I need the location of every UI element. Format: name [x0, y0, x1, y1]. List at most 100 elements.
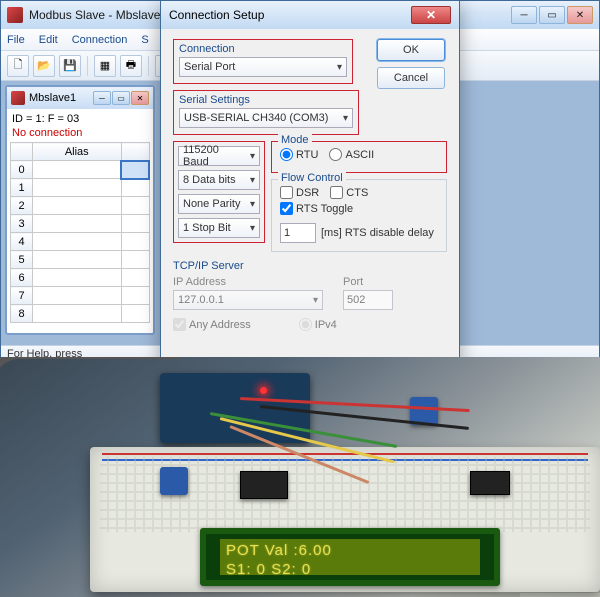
potentiometer [160, 467, 188, 495]
dialog-close-button[interactable]: ✕ [411, 6, 451, 24]
grid-row-5[interactable]: 5 [11, 251, 33, 269]
port-label: Port [343, 276, 393, 288]
close-button[interactable]: ✕ [567, 6, 593, 24]
ip-address-label: IP Address [173, 276, 323, 288]
tool-save-icon[interactable]: 💾 [59, 55, 81, 77]
serial-settings-group: Serial Settings USB-SERIAL CH340 (COM3) [173, 90, 359, 135]
dialog-titlebar[interactable]: Connection Setup ✕ [161, 1, 459, 29]
rts-toggle-checkbox[interactable]: RTS Toggle [280, 202, 353, 215]
any-address-checkbox: Any Address [173, 318, 251, 331]
parity-combo[interactable]: None Parity [178, 194, 260, 214]
mode-ascii-radio[interactable]: ASCII [329, 148, 374, 161]
grid-row-1[interactable]: 1 [11, 179, 33, 197]
grid-row-7[interactable]: 7 [11, 287, 33, 305]
ipv4-radio: IPv4 [299, 318, 337, 331]
grid-cell[interactable] [33, 179, 122, 197]
grid-col-alias[interactable]: Alias [33, 143, 122, 161]
app-icon [7, 7, 23, 23]
child-minimize-button[interactable]: ─ [93, 91, 111, 105]
grid-cell[interactable] [121, 269, 149, 287]
stopbit-combo[interactable]: 1 Stop Bit [178, 218, 260, 238]
menu-connection[interactable]: Connection [72, 34, 128, 46]
child-title-text: Mbslave1 [29, 92, 76, 104]
mode-rtu-radio[interactable]: RTU [280, 148, 318, 161]
grid-corner[interactable] [11, 143, 33, 161]
mode-fieldset: Mode RTU ASCII [271, 141, 447, 173]
menu-edit[interactable]: Edit [39, 34, 58, 46]
minimize-button[interactable]: ─ [511, 6, 537, 24]
lcd-line1: POT Val :6.00 [226, 542, 474, 561]
dialog-title: Connection Setup [169, 8, 411, 22]
connection-combo[interactable]: Serial Port [179, 57, 347, 77]
connection-label: Connection [179, 43, 347, 55]
cancel-button[interactable]: Cancel [377, 67, 445, 89]
menu-file[interactable]: File [7, 34, 25, 46]
lcd-display: POT Val :6.00 S1: 0 S2: 0 [200, 528, 500, 586]
power-led [260, 387, 267, 394]
grid-cell[interactable] [121, 251, 149, 269]
grid-row-6[interactable]: 6 [11, 269, 33, 287]
grid-cell[interactable] [33, 305, 122, 323]
child-titlebar[interactable]: Mbslave1 ─ ▭ ✕ [7, 87, 153, 109]
serial-params-group: 115200 Baud 8 Data bits None Parity 1 St… [173, 141, 265, 243]
grid-cell[interactable] [33, 251, 122, 269]
child-close-button[interactable]: ✕ [131, 91, 149, 105]
rts-delay-input[interactable]: 1 [280, 223, 316, 243]
cts-checkbox[interactable]: CTS [330, 186, 368, 199]
grid-cell[interactable] [33, 269, 122, 287]
grid-cell[interactable] [121, 197, 149, 215]
baud-combo[interactable]: 115200 Baud [178, 146, 260, 166]
tool-print-icon[interactable]: 🖶 [120, 55, 142, 77]
tcp-ip-section: TCP/IP Server IP Address 127.0.0.1 Port … [173, 260, 447, 331]
rts-delay-label: [ms] RTS disable delay [321, 227, 434, 239]
grid-row-4[interactable]: 4 [11, 233, 33, 251]
connection-setup-dialog: Connection Setup ✕ OK Cancel Connection … [160, 0, 460, 363]
connection-group: Connection Serial Port [173, 39, 353, 84]
menu-s[interactable]: S [141, 34, 148, 46]
port-input: 502 [343, 290, 393, 310]
flow-control-fieldset: Flow Control DSR CTS RTS Toggle 1 [ms] R… [271, 179, 447, 252]
child-maximize-button[interactable]: ▭ [112, 91, 130, 105]
grid-cell[interactable] [121, 287, 149, 305]
serial-settings-label: Serial Settings [179, 94, 353, 106]
id-status-line: ID = 1: F = 03 [10, 112, 150, 126]
grid-row-8[interactable]: 8 [11, 305, 33, 323]
flow-legend: Flow Control [278, 172, 346, 184]
grid-cell[interactable] [33, 215, 122, 233]
lcd-screen: POT Val :6.00 S1: 0 S2: 0 [220, 539, 480, 575]
grid-cell-selected[interactable] [121, 161, 149, 179]
grid-cell[interactable] [33, 287, 122, 305]
dsr-checkbox[interactable]: DSR [280, 186, 319, 199]
grid-col-empty[interactable] [121, 143, 149, 161]
ic-chip [240, 471, 288, 499]
grid-row-0[interactable]: 0 [11, 161, 33, 179]
hardware-photo: POT Val :6.00 S1: 0 S2: 0 [0, 357, 600, 597]
lcd-line2: S1: 0 S2: 0 [226, 561, 474, 580]
grid-row-3[interactable]: 3 [11, 215, 33, 233]
child-window-mbslave1: Mbslave1 ─ ▭ ✕ ID = 1: F = 03 No connect… [5, 85, 155, 335]
ic-chip [470, 471, 510, 495]
tool-new-icon[interactable]: 🗋 [7, 55, 29, 77]
grid-cell[interactable] [33, 233, 122, 251]
usb-cable [0, 357, 180, 437]
mode-legend: Mode [278, 134, 312, 146]
grid-cell[interactable] [33, 161, 122, 179]
connection-status: No connection [10, 126, 150, 140]
grid-cell[interactable] [121, 179, 149, 197]
maximize-button[interactable]: ▭ [539, 6, 565, 24]
grid-cell[interactable] [121, 215, 149, 233]
grid-cell[interactable] [33, 197, 122, 215]
ok-button[interactable]: OK [377, 39, 445, 61]
serial-port-combo[interactable]: USB-SERIAL CH340 (COM3) [179, 108, 353, 128]
taskbar-corner [520, 593, 600, 597]
tcp-label: TCP/IP Server [173, 260, 447, 272]
register-grid[interactable]: Alias 0 1 2 3 4 5 6 7 8 [10, 142, 150, 323]
tool-connect-icon[interactable]: ▦ [94, 55, 116, 77]
child-icon [11, 91, 25, 105]
tool-open-icon[interactable]: 📂 [33, 55, 55, 77]
toolbar-separator [87, 56, 88, 76]
grid-cell[interactable] [121, 233, 149, 251]
grid-cell[interactable] [121, 305, 149, 323]
grid-row-2[interactable]: 2 [11, 197, 33, 215]
databits-combo[interactable]: 8 Data bits [178, 170, 260, 190]
